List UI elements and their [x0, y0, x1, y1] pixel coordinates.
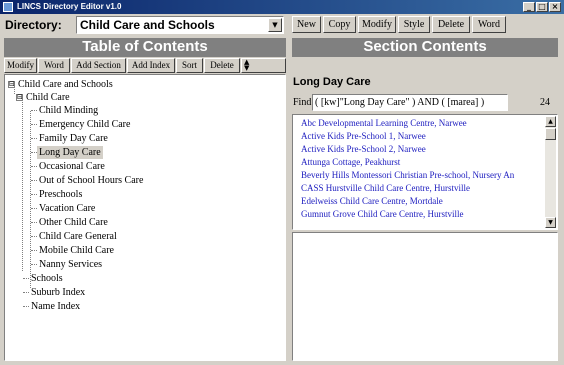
window-title: LINCS Directory Editor v1.0 — [17, 2, 122, 11]
tree-connector — [31, 208, 37, 209]
sort-button[interactable]: Sort — [176, 58, 203, 73]
list-item[interactable]: Gumnut Grove Child Care Centre, Hurstvil… — [301, 209, 463, 220]
app-icon — [3, 2, 13, 12]
window-controls: _ □ × — [523, 2, 561, 12]
section-title: Long Day Care — [293, 76, 371, 88]
list-item[interactable]: Active Kids Pre-School 2, Narwee — [301, 144, 426, 155]
tree-connector — [31, 250, 37, 251]
toc-modify-button[interactable]: Modify — [4, 58, 37, 73]
maximize-button[interactable]: □ — [536, 2, 548, 12]
tree-connector — [31, 138, 37, 139]
tree-item-child-care-general[interactable]: Child Care General — [39, 230, 117, 243]
tree-item-emergency-child-care[interactable]: Emergency Child Care — [39, 118, 130, 131]
tree-connector — [31, 194, 37, 195]
tree-item-child-care-and-schools[interactable]: ⊟ Child Care and Schools — [8, 78, 113, 91]
add-index-button[interactable]: Add Index — [127, 58, 175, 73]
tree-item-name-index[interactable]: Name Index — [31, 300, 80, 313]
tree-connector — [31, 264, 37, 265]
style-button[interactable]: Style — [398, 16, 430, 33]
directory-selected-value: Child Care and Schools — [80, 18, 215, 32]
list-item[interactable]: Beverly Hills Montessori Christian Pre-s… — [301, 170, 514, 181]
minimize-button[interactable]: _ — [523, 2, 535, 12]
close-button[interactable]: × — [549, 2, 561, 12]
scroll-up-icon[interactable]: ▲ — [545, 116, 556, 127]
title-bar: LINCS Directory Editor v1.0 _ □ × — [0, 0, 564, 14]
tree-connector — [31, 236, 37, 237]
word-button[interactable]: Word — [472, 16, 506, 33]
toc-delete-button[interactable]: Delete — [204, 58, 240, 73]
toc-tree[interactable]: ⊟ Child Care and Schools ⊟ Child Care Chil… — [4, 74, 286, 361]
modify-button[interactable]: Modify — [358, 16, 396, 33]
tree-item-label: Child Care and Schools — [18, 79, 113, 90]
tree-item-schools[interactable]: Schools — [31, 272, 63, 285]
tree-item-other-child-care[interactable]: Other Child Care — [39, 216, 108, 229]
list-item[interactable]: Edelweiss Child Care Centre, Mortdale — [301, 196, 443, 207]
tree-connector — [23, 306, 29, 307]
list-item[interactable]: Abc Developmental Learning Centre, Narwe… — [301, 118, 467, 129]
tree-item-occasional-care[interactable]: Occasional Care — [39, 160, 105, 173]
toc-word-button[interactable]: Word — [38, 58, 70, 73]
tree-item-vacation-care[interactable]: Vacation Care — [39, 202, 95, 215]
toc-header: Table of Contents — [4, 38, 286, 57]
tree-item-label: Child Care — [26, 92, 70, 103]
tree-connector — [31, 166, 37, 167]
toolbar-spinner[interactable]: ▲ ▼ — [241, 58, 286, 73]
tree-item-mobile-child-care[interactable]: Mobile Child Care — [39, 244, 114, 257]
list-item[interactable]: Attunga Cottage, Peakhurst — [301, 157, 400, 168]
tree-item-suburb-index[interactable]: Suburb Index — [31, 286, 85, 299]
section-content-area[interactable] — [292, 232, 558, 361]
tree-item-family-day-care[interactable]: Family Day Care — [39, 132, 108, 145]
find-input[interactable]: ( [kw]"Long Day Care" ) AND ( [marea] ) — [312, 94, 508, 111]
tree-connector — [31, 180, 37, 181]
tree-connector — [23, 278, 29, 279]
chevron-up-down-icon: ▲ ▼ — [244, 58, 250, 72]
tree-item-child-care[interactable]: ⊟ Child Care — [16, 91, 70, 104]
collapse-icon[interactable]: ⊟ — [8, 81, 15, 89]
results-scrollbar[interactable]: ▲ ▼ — [545, 116, 556, 228]
collapse-icon[interactable]: ⊟ — [16, 94, 23, 102]
tree-item-child-minding[interactable]: Child Minding — [39, 104, 98, 117]
tree-connector — [23, 292, 29, 293]
results-list[interactable]: Abc Developmental Learning Centre, Narwe… — [292, 114, 558, 230]
tree-connector — [31, 222, 37, 223]
directory-label: Directory: — [5, 18, 62, 32]
list-item[interactable]: Active Kids Pre-School 1, Narwee — [301, 131, 426, 142]
tree-connector — [31, 110, 37, 111]
find-label: Find: — [293, 97, 315, 108]
tree-connector — [31, 124, 37, 125]
scroll-thumb[interactable] — [545, 128, 556, 140]
tree-item-nanny-services[interactable]: Nanny Services — [39, 258, 102, 271]
list-item[interactable]: CASS Hurstville Child Care Centre, Hurst… — [301, 183, 470, 194]
add-section-button[interactable]: Add Section — [71, 58, 126, 73]
tree-connector — [22, 98, 23, 271]
tree-item-preschools[interactable]: Preschools — [39, 188, 82, 201]
section-header: Section Contents — [292, 38, 558, 57]
directory-select[interactable]: Child Care and Schools ▼ — [76, 16, 284, 34]
result-count: 24 — [540, 97, 550, 108]
delete-button[interactable]: Delete — [432, 16, 470, 33]
tree-item-long-day-care[interactable]: Long Day Care — [37, 146, 103, 159]
scroll-down-icon[interactable]: ▼ — [545, 217, 556, 228]
tree-item-out-of-school-hours-care[interactable]: Out of School Hours Care — [39, 174, 143, 187]
chevron-down-icon[interactable]: ▼ — [268, 18, 282, 32]
new-button[interactable]: New — [292, 16, 321, 33]
copy-button[interactable]: Copy — [323, 16, 356, 33]
